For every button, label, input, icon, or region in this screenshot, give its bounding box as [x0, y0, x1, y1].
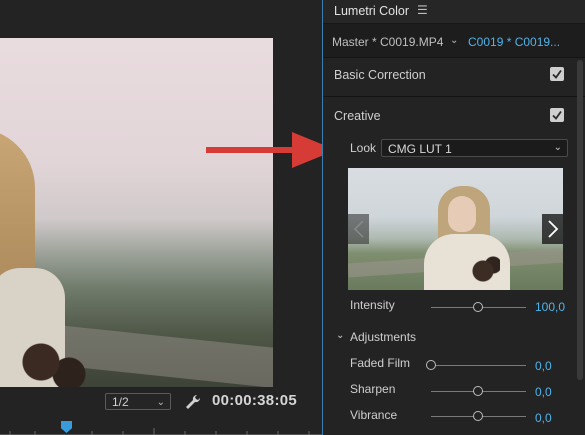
- video-road: [58, 325, 273, 387]
- chevron-down-icon[interactable]: ⌄: [450, 35, 458, 46]
- look-dropdown-value: CMG LUT 1: [388, 142, 452, 156]
- vibrance-slider-knob[interactable]: [473, 411, 483, 421]
- preview-subject-face: [448, 196, 476, 232]
- basic-correction-checkbox[interactable]: [550, 67, 564, 81]
- look-label: Look: [350, 141, 377, 155]
- faded-film-slider-knob[interactable]: [425, 360, 436, 370]
- chevron-left-icon: [353, 220, 364, 238]
- faded-film-value[interactable]: 0,0: [535, 359, 552, 373]
- timeline-ruler[interactable]: [0, 423, 322, 435]
- playback-resolution-value: 1/2: [112, 395, 129, 409]
- intensity-slider-knob[interactable]: [473, 302, 483, 312]
- playhead-timecode[interactable]: 00:00:38:05: [212, 392, 297, 409]
- chevron-down-icon[interactable]: ⌄: [336, 330, 344, 341]
- look-preview-thumbnail: [348, 168, 563, 290]
- annotation-arrow: [206, 132, 336, 168]
- chevron-right-icon: [548, 220, 559, 238]
- previous-look-button[interactable]: [348, 214, 369, 244]
- panel-header: Lumetri Color ☰: [323, 0, 585, 24]
- creative-header[interactable]: Creative: [334, 109, 381, 123]
- panel-scrollbar-thumb[interactable]: [577, 60, 583, 380]
- basic-correction-header[interactable]: Basic Correction: [334, 68, 426, 82]
- faded-film-label: Faded Film: [350, 356, 411, 370]
- intensity-value[interactable]: 100,0: [535, 300, 565, 314]
- creative-checkbox[interactable]: [550, 108, 564, 122]
- master-clip-tab[interactable]: Master * C0019.MP4: [332, 35, 443, 49]
- clip-selector-row: Master * C0019.MP4 ⌄ C0019 * C0019...: [323, 24, 585, 58]
- adjustments-header[interactable]: Adjustments: [350, 330, 416, 344]
- playback-resolution-select[interactable]: 1/2 ⌄: [105, 393, 171, 410]
- checkmark-icon: [552, 110, 562, 120]
- sharpen-slider-knob[interactable]: [473, 386, 483, 396]
- sharpen-label: Sharpen: [350, 382, 396, 396]
- vibrance-value[interactable]: 0,0: [535, 411, 552, 425]
- look-dropdown[interactable]: CMG LUT 1 ⌄: [381, 139, 568, 157]
- intensity-label: Intensity: [350, 298, 395, 312]
- chevron-down-icon: ⌄: [553, 142, 562, 153]
- video-dried-flowers: [20, 338, 90, 387]
- lumetri-color-panel: Lumetri Color ☰ Master * C0019.MP4 ⌄ C00…: [322, 0, 585, 435]
- program-video-frame[interactable]: [0, 38, 273, 387]
- panel-title[interactable]: Lumetri Color: [334, 4, 409, 18]
- preview-dried-flowers: [466, 256, 500, 286]
- next-look-button[interactable]: [542, 214, 563, 244]
- faded-film-slider-track[interactable]: [431, 365, 526, 366]
- sequence-clip-tab[interactable]: C0019 * C0019...: [468, 35, 560, 49]
- program-monitor: 1/2 ⌄ 00:00:38:05: [0, 0, 322, 435]
- sharpen-value[interactable]: 0,0: [535, 385, 552, 399]
- vibrance-label: Vibrance: [350, 408, 398, 422]
- section-divider: [323, 96, 585, 97]
- chevron-down-icon: ⌄: [156, 397, 165, 408]
- wrench-icon[interactable]: [184, 393, 202, 411]
- checkmark-icon: [552, 69, 562, 79]
- hamburger-menu-icon[interactable]: ☰: [417, 3, 428, 17]
